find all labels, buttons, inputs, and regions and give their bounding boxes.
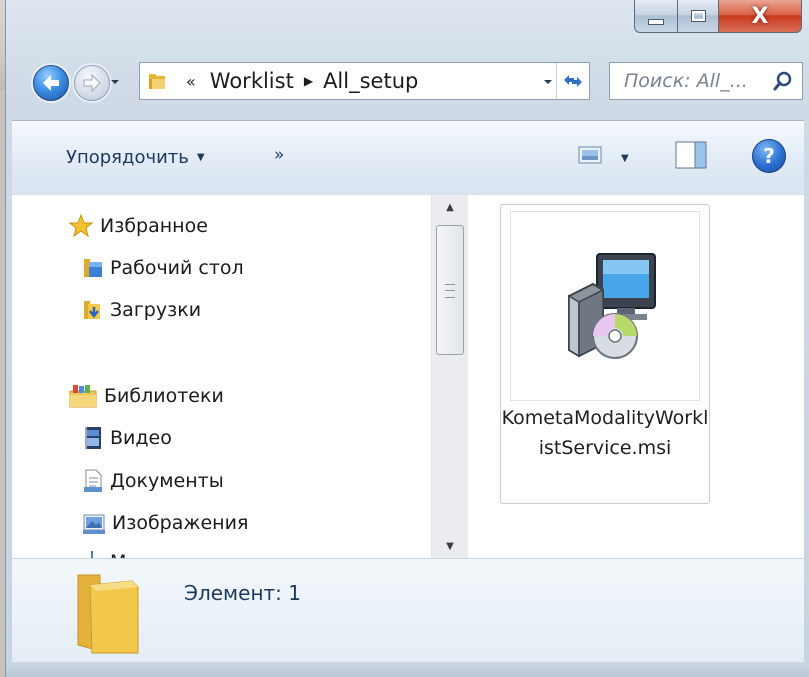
nav-libraries[interactable]: Библиотеки	[68, 383, 224, 409]
file-name: KometaModalityWorklistService.msi	[501, 407, 709, 459]
breadcrumb-all-setup[interactable]: All_setup	[323, 69, 418, 93]
file-list: KometaModalityWorklistService.msi	[468, 195, 804, 558]
back-arrow-icon	[43, 75, 59, 91]
nav-item-downloads[interactable]: Загрузки	[82, 298, 201, 322]
folder-icon	[149, 74, 165, 89]
search-box[interactable]: Поиск: All_...	[609, 62, 803, 100]
close-button[interactable]: X	[719, 0, 802, 33]
address-bar[interactable]: « Worklist ▶ All_setup	[139, 62, 590, 100]
documents-library-icon	[84, 469, 102, 492]
nav-pane-scrollbar[interactable]: ▲ ▼	[431, 195, 468, 558]
nav-item-downloads-label: Загрузки	[110, 299, 202, 321]
caption-buttons: X	[634, 0, 802, 34]
search-icon[interactable]	[772, 70, 794, 92]
nav-item-music-label: М	[110, 551, 126, 558]
file-thumbnail	[510, 211, 700, 401]
forward-arrow-icon	[83, 74, 101, 92]
nav-item-video[interactable]: Видео	[82, 425, 172, 451]
search-input[interactable]: Поиск: All_...	[624, 70, 748, 92]
navigation-pane: Избранное Рабочий стол Загрузки Библиоте…	[12, 195, 431, 558]
file-item[interactable]: KometaModalityWorklistService.msi	[500, 204, 710, 504]
video-library-icon	[85, 427, 101, 449]
nav-item-video-label: Видео	[110, 427, 172, 449]
nav-favorites-label: Избранное	[100, 215, 208, 237]
nav-item-desktop-label: Рабочий стол	[110, 257, 244, 279]
maximize-icon	[690, 10, 706, 22]
close-icon: X	[751, 3, 769, 29]
more-commands-button[interactable]: »	[274, 145, 284, 165]
pictures-library-icon	[83, 514, 105, 534]
address-history-dropdown-icon[interactable]	[543, 77, 553, 87]
preview-pane-icon[interactable]	[675, 141, 707, 169]
back-button[interactable]	[33, 65, 69, 101]
navigation-bar: « Worklist ▶ All_setup Поиск: All_...	[6, 62, 809, 118]
minimize-button[interactable]	[634, 0, 678, 33]
help-button[interactable]: ?	[752, 139, 786, 173]
breadcrumb-worklist[interactable]: Worklist	[210, 69, 294, 93]
downloads-folder-icon	[84, 301, 100, 319]
organize-label: Упорядочить	[66, 147, 189, 168]
scroll-thumb[interactable]	[436, 225, 464, 355]
nav-item-documents-label: Документы	[110, 470, 224, 492]
main-content: Избранное Рабочий стол Загрузки Библиоте…	[12, 195, 804, 558]
breadcrumb-separator-icon[interactable]: ▶	[304, 74, 313, 88]
nav-item-music[interactable]: М	[82, 549, 126, 558]
organize-dropdown-icon: ▼	[196, 152, 205, 163]
scroll-grip-icon	[445, 284, 455, 298]
scroll-up-icon[interactable]: ▲	[432, 195, 468, 219]
folder-icon	[77, 574, 139, 654]
star-icon	[68, 213, 94, 238]
nav-item-desktop[interactable]: Рабочий стол	[82, 256, 244, 280]
command-bar: Упорядочить ▼ » ▼ ?	[12, 120, 804, 196]
organize-button[interactable]: Упорядочить ▼	[66, 147, 205, 168]
explorer-window: X « Worklist ▶ All_setup Поиск: All_... …	[5, 0, 809, 677]
msi-installer-icon	[568, 253, 656, 359]
forward-button[interactable]	[74, 65, 110, 101]
breadcrumb-overflow[interactable]: «	[186, 72, 196, 91]
nav-item-documents[interactable]: Документы	[82, 468, 224, 494]
change-view-icon[interactable]	[578, 146, 602, 164]
desktop-folder-icon	[84, 259, 102, 277]
details-pane: Элемент: 1	[12, 558, 804, 663]
view-options-dropdown-icon[interactable]: ▼	[621, 153, 629, 164]
nav-item-pictures-label: Изображения	[112, 512, 249, 534]
refresh-button[interactable]	[556, 63, 589, 99]
scroll-down-icon[interactable]: ▼	[432, 534, 468, 558]
maximize-button[interactable]	[678, 0, 719, 33]
item-count: Элемент: 1	[184, 581, 301, 605]
nav-libraries-label: Библиотеки	[104, 385, 224, 407]
recent-pages-dropdown-icon[interactable]	[110, 77, 120, 87]
minimize-icon	[648, 19, 664, 25]
refresh-icon	[564, 75, 582, 87]
help-icon: ?	[763, 144, 775, 168]
libraries-icon	[69, 385, 97, 408]
music-library-icon	[91, 551, 93, 558]
nav-favorites[interactable]: Избранное	[68, 213, 208, 239]
window-bottom-border	[6, 662, 809, 677]
nav-item-pictures[interactable]: Изображения	[82, 510, 248, 536]
